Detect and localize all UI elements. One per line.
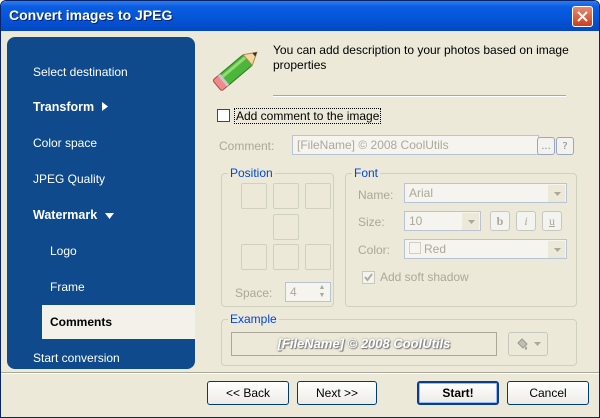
checkmark-icon [364,273,373,282]
position-group: Position Space: 4 ▲ ▼ [221,166,334,307]
spinner-arrows-icon[interactable]: ▲ ▼ [315,284,329,300]
close-icon [577,11,588,22]
insert-tag-button[interactable]: ... [537,137,555,155]
font-name-value: Arial [409,186,434,200]
next-button[interactable]: Next >> [297,381,377,405]
font-size-select[interactable]: 10 [404,211,481,231]
add-comment-label: Add comment to the image [233,108,382,124]
chevron-down-icon [534,342,542,346]
position-bottom-right[interactable] [305,244,331,270]
color-swatch [409,242,421,254]
sidebar-item-label: Logo [50,244,77,258]
sidebar-item-label: Comments [50,315,113,329]
chevron-right-icon [102,100,109,114]
close-button[interactable] [572,6,593,27]
italic-button[interactable]: i [516,211,536,231]
bold-button[interactable]: b [490,211,510,231]
add-comment-checkbox[interactable] [217,109,230,122]
example-group-label: Example [228,312,279,326]
position-bottom-center[interactable] [273,244,299,270]
position-group-label: Position [228,166,275,180]
wizard-sidebar: Select destination Transform Color space… [7,37,195,369]
font-color-label: Color: [358,243,391,257]
font-color-select[interactable]: Red [404,239,567,259]
sidebar-item-label: Start conversion [33,351,120,365]
add-comment-label-text: Add comment to the image [233,108,382,124]
space-label: Space: [235,286,273,300]
sidebar-item-label: Color space [33,136,98,150]
chevron-down-icon [105,208,115,222]
start-button[interactable]: Start! [417,381,499,405]
next-button-label: Next >> [315,386,359,400]
font-group-label: Font [352,166,381,180]
window-title: Convert images to JPEG [9,7,173,23]
back-button-label: << Back [225,386,271,400]
sidebar-item-transform[interactable]: Transform [7,90,195,124]
title-bar: Convert images to JPEG [1,1,599,31]
position-top-right[interactable] [305,183,331,209]
sidebar-item-label: JPEG Quality [33,172,106,186]
sidebar-item-label: Select destination [33,65,128,79]
font-name-select[interactable]: Arial [404,183,567,203]
sidebar-item-color-space[interactable]: Color space [7,126,195,160]
comment-field-label: Comment: [219,139,275,153]
font-size-value: 10 [409,214,423,228]
position-top-center[interactable] [273,183,299,209]
sidebar-item-watermark[interactable]: Watermark [7,198,195,232]
space-value: 4 [290,285,297,299]
sidebar-item-label: Watermark [33,208,98,222]
sidebar-item-comments[interactable]: Comments [42,305,195,339]
chevron-down-icon [548,185,565,202]
back-button[interactable]: << Back [207,381,289,405]
soft-shadow-label: Add soft shadow [380,270,469,284]
sidebar-item-frame[interactable]: Frame [7,270,195,304]
dialog-window: Convert images to JPEG Select destinatio… [0,0,600,418]
help-button[interactable]: ? [556,137,574,155]
sidebar-item-start-conversion[interactable]: Start conversion [7,341,195,369]
cancel-button-label: Cancel [529,386,567,400]
footer-divider [1,372,599,374]
position-top-left[interactable] [241,183,267,209]
chevron-down-icon [548,241,565,258]
font-color-value: Red [424,242,447,256]
position-bottom-left[interactable] [241,244,267,270]
underline-button[interactable]: u [542,211,562,231]
pencil-icon [212,51,258,91]
cancel-button[interactable]: Cancel [507,381,589,405]
font-name-label: Name: [358,188,394,202]
example-preview: [FileName] © 2008 CoolUtils [231,332,497,356]
sidebar-item-label: Transform [33,100,95,114]
sidebar-item-jpeg-quality[interactable]: JPEG Quality [7,162,195,196]
position-center[interactable] [273,214,299,240]
soft-shadow-checkbox[interactable] [362,271,375,284]
font-group: Font Name: Arial Size: 10 b i u Color: R… [345,166,577,307]
paint-bucket-icon [516,338,528,350]
page-description: You can add description to your photos b… [273,43,569,72]
sidebar-item-label: Frame [50,280,85,294]
font-size-label: Size: [358,215,385,229]
space-spinner[interactable]: 4 ▲ ▼ [285,282,331,302]
background-color-button[interactable] [508,332,548,356]
chevron-down-icon [462,213,479,230]
sidebar-item-select-destination[interactable]: Select destination [7,55,195,89]
sidebar-item-logo[interactable]: Logo [7,234,195,268]
start-button-label: Start! [442,386,474,400]
header-divider [273,95,566,97]
comment-input[interactable]: [FileName] © 2008 CoolUtils [292,135,539,155]
